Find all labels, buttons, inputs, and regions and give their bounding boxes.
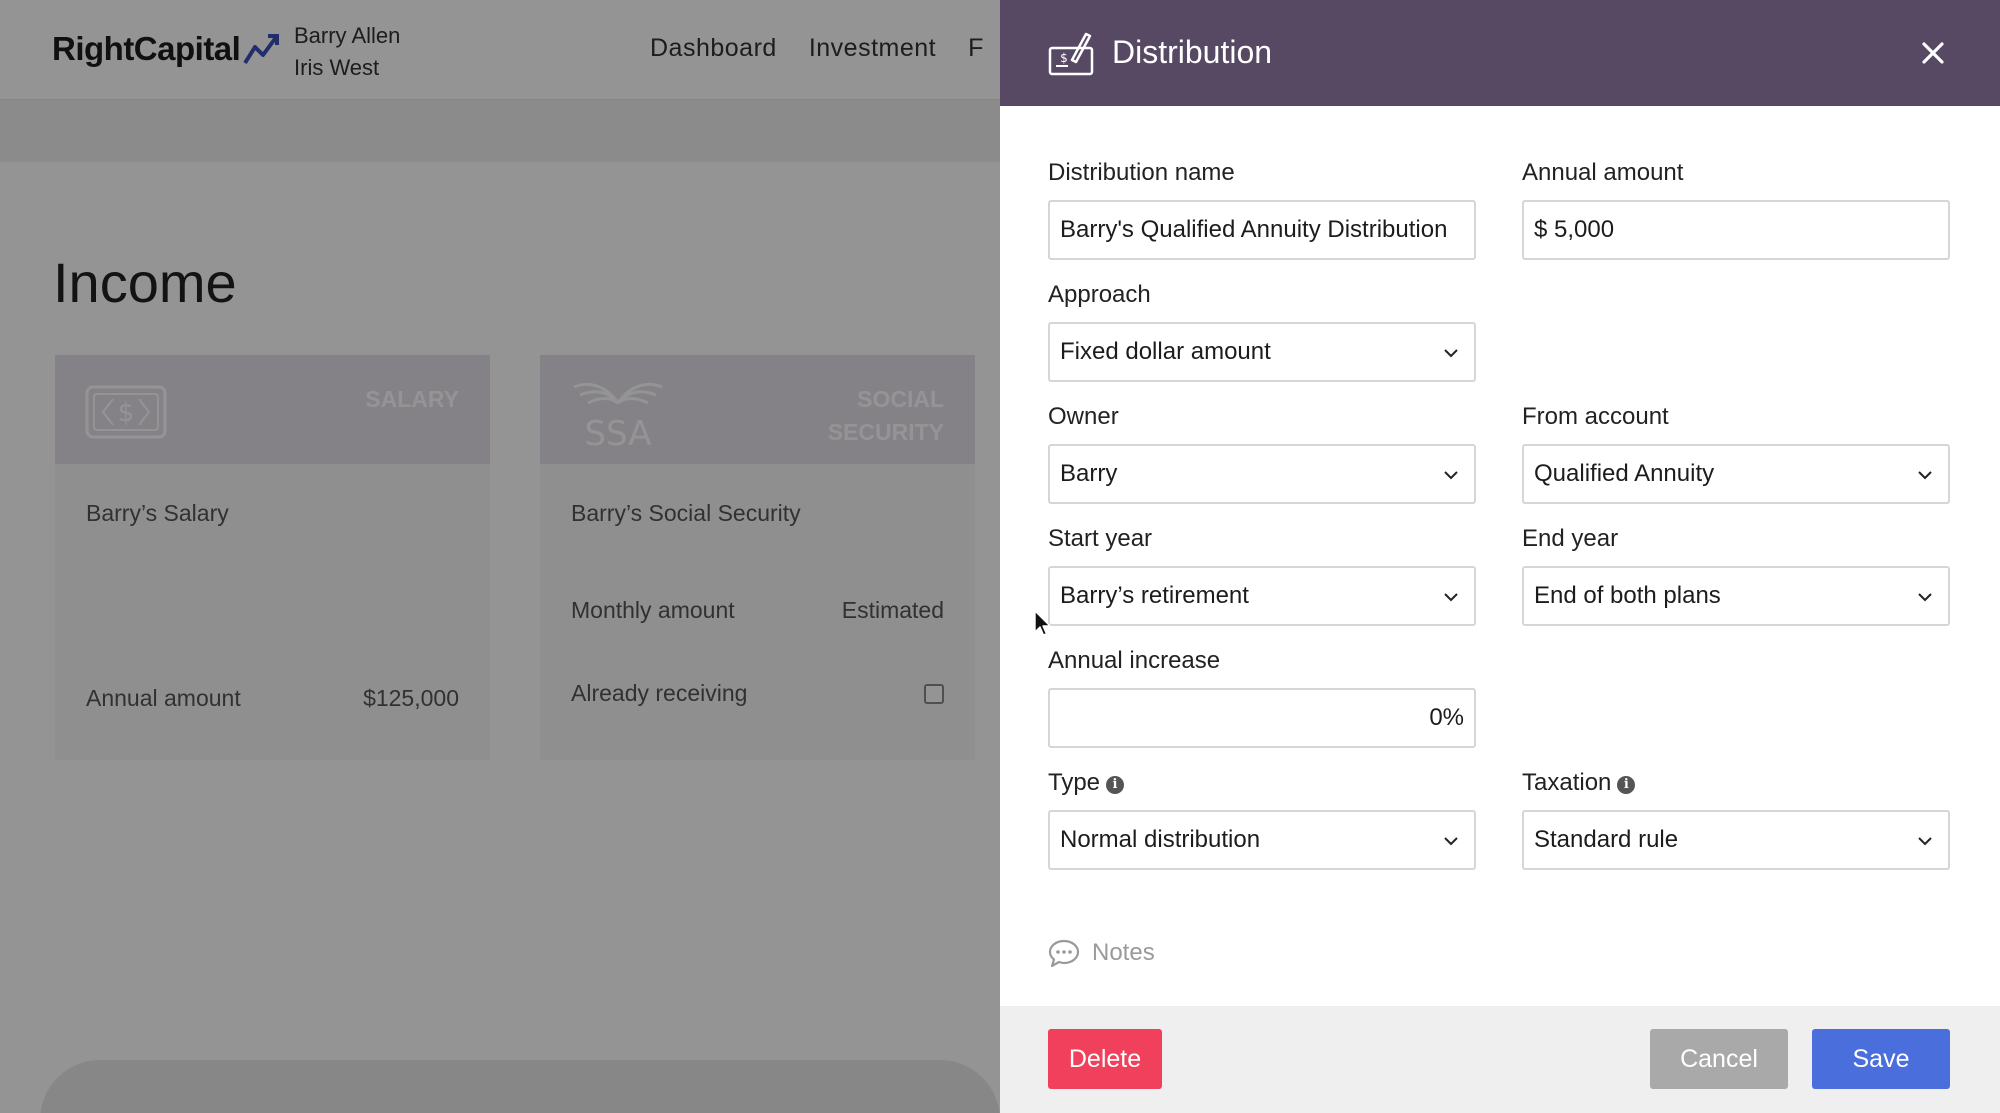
from-account-select[interactable]: Qualified Annuity xyxy=(1522,444,1950,504)
speech-bubble-icon xyxy=(1048,939,1080,968)
field-label: Start year xyxy=(1048,525,1153,552)
select-value: Barry xyxy=(1060,460,1118,487)
chevron-down-icon xyxy=(1918,471,1932,480)
input-value: $ 5,000 xyxy=(1534,216,1615,243)
field-label: Approach xyxy=(1048,281,1151,308)
start-year-field: Start year Barry’s retirement xyxy=(1048,524,1476,626)
info-icon[interactable]: i xyxy=(1106,776,1125,794)
distribution-drawer: $ Distribution Distribution name Barry's… xyxy=(1000,0,2000,1113)
cancel-button[interactable]: Cancel xyxy=(1650,1029,1788,1089)
annual-increase-input[interactable]: 0% xyxy=(1048,688,1476,748)
mouse-cursor-icon xyxy=(1034,610,1051,636)
field-label: Owner xyxy=(1048,403,1119,430)
notes-label: Notes xyxy=(1092,939,1155,966)
from-account-field: From account Qualified Annuity xyxy=(1522,402,1950,504)
svg-text:$: $ xyxy=(1060,51,1068,65)
approach-field: Approach Fixed dollar amount xyxy=(1048,280,1476,382)
save-button[interactable]: Save xyxy=(1812,1029,1950,1089)
start-year-select[interactable]: Barry’s retirement xyxy=(1048,566,1476,626)
select-value: End of both plans xyxy=(1534,582,1721,609)
info-icon[interactable]: i xyxy=(1617,776,1636,794)
select-value: Barry’s retirement xyxy=(1060,582,1249,609)
field-label: Taxation i xyxy=(1522,768,1950,798)
type-select[interactable]: Normal distribution xyxy=(1048,810,1476,870)
select-value: Standard rule xyxy=(1534,826,1679,853)
chevron-down-icon xyxy=(1918,593,1932,602)
annual-increase-field: Annual increase 0% xyxy=(1048,646,1476,748)
distribution-name-field: Distribution name Barry's Qualified Annu… xyxy=(1048,158,1476,260)
drawer-header: $ Distribution xyxy=(1000,0,2000,106)
select-value: Normal distribution xyxy=(1060,826,1261,853)
type-label-text: Type xyxy=(1048,769,1101,796)
end-year-select[interactable]: End of both plans xyxy=(1522,566,1950,626)
end-year-field: End year End of both plans xyxy=(1522,524,1950,626)
chevron-down-icon xyxy=(1444,349,1458,358)
field-label: Type i xyxy=(1048,768,1476,798)
annual-amount-input[interactable]: $ 5,000 xyxy=(1522,200,1950,260)
distribution-name-input[interactable]: Barry's Qualified Annuity Distribution xyxy=(1048,200,1476,260)
select-value: Qualified Annuity xyxy=(1534,460,1715,487)
taxation-select[interactable]: Standard rule xyxy=(1522,810,1950,870)
close-icon[interactable] xyxy=(1916,36,1950,70)
owner-select[interactable]: Barry xyxy=(1048,444,1476,504)
input-value: Barry's Qualified Annuity Distribution xyxy=(1060,216,1448,243)
delete-button[interactable]: Delete xyxy=(1048,1029,1162,1089)
drawer-title: Distribution xyxy=(1112,34,1273,70)
field-label: Annual increase xyxy=(1048,647,1221,674)
chevron-down-icon xyxy=(1444,471,1458,480)
notes-toggle[interactable]: Notes xyxy=(1048,938,1155,968)
field-label: From account xyxy=(1522,403,1669,430)
approach-select[interactable]: Fixed dollar amount xyxy=(1048,322,1476,382)
chevron-down-icon xyxy=(1918,837,1932,846)
taxation-label-text: Taxation xyxy=(1522,769,1612,796)
chevron-down-icon xyxy=(1444,593,1458,602)
type-field: Type i Normal distribution xyxy=(1048,768,1476,870)
taxation-field: Taxation i Standard rule xyxy=(1522,768,1950,870)
annual-amount-field: Annual amount $ 5,000 xyxy=(1522,158,1950,260)
input-value: 0% xyxy=(1429,704,1464,731)
signed-check-icon: $ xyxy=(1048,32,1094,76)
chevron-down-icon xyxy=(1444,837,1458,846)
field-label: Annual amount xyxy=(1522,159,1684,186)
select-value: Fixed dollar amount xyxy=(1060,338,1271,365)
field-label: End year xyxy=(1522,525,1619,552)
drawer-footer: Delete Cancel Save xyxy=(1000,1006,2000,1113)
owner-field: Owner Barry xyxy=(1048,402,1476,504)
field-label: Distribution name xyxy=(1048,159,1235,186)
modal-backdrop[interactable] xyxy=(0,0,1000,1113)
